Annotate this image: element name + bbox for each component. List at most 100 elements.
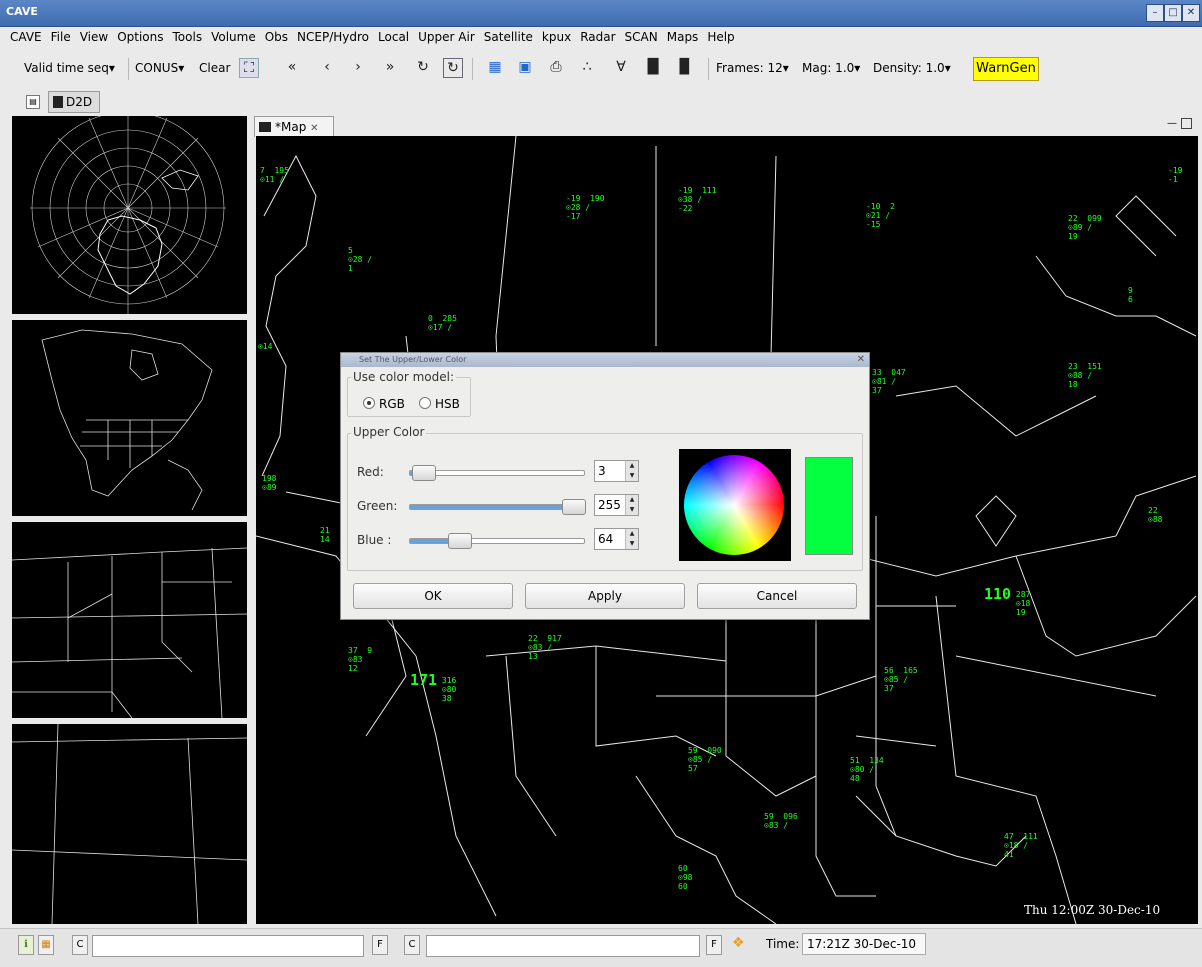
slider-thumb[interactable]	[412, 465, 436, 481]
message-field-2[interactable]	[426, 935, 700, 957]
first-frame-icon[interactable]: «	[283, 58, 301, 76]
refresh-icon[interactable]: ↻	[443, 58, 463, 78]
scale-dropdown[interactable]: CONUS▾	[135, 56, 184, 80]
alert-grid-icon[interactable]: ▦	[38, 935, 54, 955]
hsb-radio[interactable]: HSB	[419, 397, 460, 411]
menu-satellite[interactable]: Satellite	[484, 26, 533, 48]
menu-ncep-hydro[interactable]: NCEP/Hydro	[297, 26, 369, 48]
tab-close-icon[interactable]: ✕	[310, 123, 318, 134]
tab-map[interactable]: *Map ✕	[254, 116, 334, 137]
prev-frame-icon[interactable]: ‹	[318, 58, 336, 76]
minimize-button[interactable]: –	[1146, 4, 1164, 22]
maximize-button[interactable]: □	[1164, 4, 1182, 22]
cancel-button[interactable]: Cancel	[697, 583, 857, 609]
warngen-button[interactable]: WarnGen	[973, 57, 1039, 81]
d2d-icon	[53, 96, 63, 108]
station-obs: -19 111 ⊙38 ∕ -22	[678, 186, 717, 213]
perspective-bar: ▤	[0, 90, 1202, 114]
north-america-map	[41, 329, 213, 511]
dialog-title-bar[interactable]: Set The Upper/Lower Color ✕	[341, 353, 869, 367]
station-obs: 7 195 ⊙11 ∕	[260, 166, 289, 184]
slider-thumb[interactable]	[562, 499, 586, 515]
menu-volume[interactable]: Volume	[211, 26, 256, 48]
blue-spinner[interactable]: 64 ▲ ▼	[594, 528, 639, 550]
layer-props-icon[interactable]: ▦	[486, 58, 504, 76]
menu-upper-air[interactable]: Upper Air	[418, 26, 475, 48]
single-panel-icon[interactable]: █	[644, 58, 662, 76]
four-panel-icon[interactable]: ▉	[676, 58, 694, 76]
diamond-arrows-icon[interactable]: ❖	[732, 935, 745, 951]
station-obs: -19 190 ⊙28 ∕ -17	[566, 194, 605, 221]
clear-button-2[interactable]: C	[404, 935, 420, 955]
menu-options[interactable]: Options	[117, 26, 163, 48]
last-frame-icon[interactable]: »	[381, 58, 399, 76]
station-obs: 47 111 ⊙18 ∕ 41	[1004, 832, 1038, 859]
image-props-icon[interactable]: ▣	[516, 58, 534, 76]
time-display: 17:21Z 30-Dec-10	[802, 933, 926, 955]
rgb-radio[interactable]: RGB	[363, 397, 405, 411]
menu-radar[interactable]: Radar	[580, 26, 615, 48]
map-tab-icon	[259, 122, 271, 132]
menu-cave[interactable]: CAVE	[10, 26, 42, 48]
menu-tools[interactable]: Tools	[173, 26, 203, 48]
apply-button[interactable]: Apply	[525, 583, 685, 609]
blue-slider[interactable]	[409, 533, 585, 549]
print-icon[interactable]: ⎙	[547, 58, 565, 76]
editor-maximize-icon[interactable]	[1181, 118, 1192, 129]
filter-button-2[interactable]: F	[706, 935, 722, 955]
menu-maps[interactable]: Maps	[667, 26, 699, 48]
side-panel-polar[interactable]	[12, 110, 247, 314]
menu-help[interactable]: Help	[707, 26, 734, 48]
menu-local[interactable]: Local	[378, 26, 409, 48]
red-slider[interactable]	[409, 465, 585, 481]
color-dialog: Set The Upper/Lower Color ✕ Use color mo…	[340, 352, 870, 620]
message-field-1[interactable]	[92, 935, 364, 957]
red-label: Red:	[357, 465, 384, 479]
loop-icon[interactable]: ↻	[414, 58, 432, 76]
clear-button-1[interactable]: C	[72, 935, 88, 955]
green-slider[interactable]	[409, 499, 586, 515]
menu-view[interactable]: View	[80, 26, 108, 48]
editor-minimize-icon[interactable]: —	[1167, 118, 1177, 129]
points-icon[interactable]: ∴	[578, 58, 596, 76]
green-spinner[interactable]: 255 ▲ ▼	[594, 494, 639, 516]
open-perspective-icon[interactable]: ▤	[26, 95, 40, 109]
close-window-button[interactable]: ✕	[1182, 4, 1200, 22]
next-frame-icon[interactable]: ›	[349, 58, 367, 76]
baseline-icon[interactable]: ∀	[612, 58, 630, 76]
toolbar-separator	[708, 58, 709, 80]
side-panel-north-america[interactable]	[12, 320, 247, 516]
filter-button-1[interactable]: F	[372, 935, 388, 955]
local-map	[11, 723, 248, 925]
mag-dropdown[interactable]: Mag: 1.0▾	[802, 56, 860, 80]
zoom-extent-icon[interactable]: ⛶	[239, 58, 259, 78]
menu-file[interactable]: File	[51, 26, 71, 48]
frames-dropdown[interactable]: Frames: 12▾	[716, 56, 789, 80]
dialog-title: Set The Upper/Lower Color	[359, 355, 467, 364]
title-bar: CAVE – □ ✕	[0, 0, 1202, 27]
ok-button[interactable]: OK	[353, 583, 513, 609]
station-obs: 51 134 ⊙80 ∕ 48	[850, 756, 884, 783]
side-panel-regional[interactable]	[11, 522, 248, 719]
slider-thumb[interactable]	[448, 533, 472, 549]
time-label: Time:	[766, 937, 800, 951]
map-timestamp: Thu 12:00Z 30-Dec-10	[1024, 903, 1161, 917]
menu-scan[interactable]: SCAN	[625, 26, 658, 48]
time-seq-dropdown[interactable]: Valid time seq▾	[24, 56, 115, 80]
station-obs-large: 110 287 ⊙18 19	[984, 585, 1031, 618]
blue-label: Blue :	[357, 533, 392, 547]
dialog-close-icon[interactable]: ✕	[857, 353, 865, 367]
side-panel-local[interactable]	[11, 723, 248, 925]
menu-kpux[interactable]: kpux	[542, 26, 571, 48]
spinner-arrows-icon[interactable]: ▲ ▼	[625, 495, 638, 515]
density-dropdown[interactable]: Density: 1.0▾	[873, 56, 951, 80]
perspective-d2d[interactable]: D2D	[48, 91, 100, 113]
station-obs: 23 151 ⊙88 ∕ 18	[1068, 362, 1102, 389]
color-wheel[interactable]	[684, 455, 784, 555]
spinner-arrows-icon[interactable]: ▲ ▼	[625, 461, 638, 481]
menu-obs[interactable]: Obs	[265, 26, 288, 48]
info-icon[interactable]: ℹ	[18, 935, 34, 955]
red-spinner[interactable]: 3 ▲ ▼	[594, 460, 639, 482]
clear-button[interactable]: Clear	[199, 56, 230, 80]
spinner-arrows-icon[interactable]: ▲ ▼	[625, 529, 638, 549]
